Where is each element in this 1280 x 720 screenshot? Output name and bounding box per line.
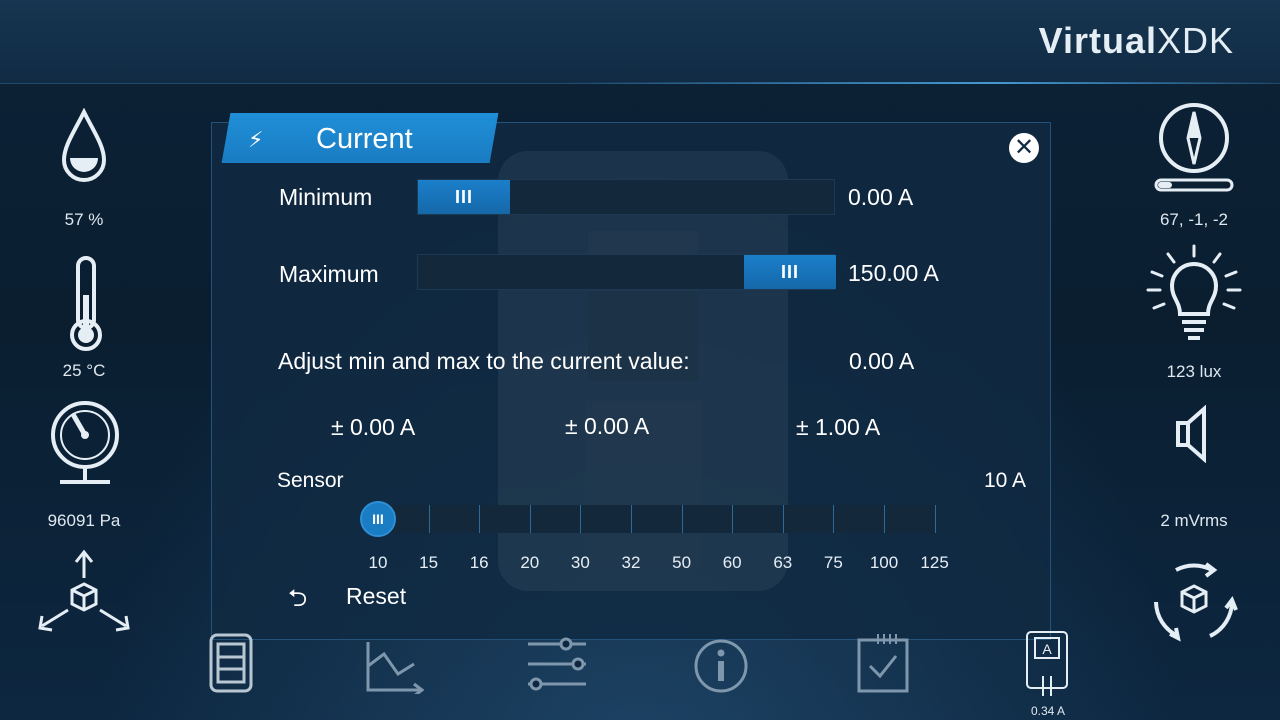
compass-icon	[1154, 103, 1234, 192]
dialog-title: Current	[316, 123, 413, 155]
compass-sensor[interactable]: 67, -1, -2	[1114, 102, 1274, 232]
offset-button-3[interactable]: ± 1.00 A	[796, 414, 880, 441]
sensor-tick-mark	[884, 505, 885, 533]
temperature-sensor[interactable]: 25 °C	[4, 255, 164, 385]
sensor-tick-mark	[479, 505, 481, 533]
offset-button-1[interactable]: ± 0.00 A	[331, 414, 415, 441]
maximum-value: 150.00 A	[848, 260, 939, 286]
info-icon[interactable]	[692, 638, 750, 694]
sensor-tick-mark	[782, 505, 784, 533]
light-value: 123 lux	[1166, 362, 1222, 381]
svg-text:A: A	[1042, 641, 1052, 657]
acoustic-value: 2 mVrms	[1160, 511, 1228, 530]
sensor-tick-mark	[580, 505, 582, 533]
gyroscope-sensor[interactable]	[1114, 556, 1274, 646]
sensor-tick-mark	[833, 505, 835, 533]
humidity-drop-icon	[61, 108, 107, 182]
sensor-range-slider[interactable]	[378, 505, 936, 533]
pressure-sensor[interactable]: 96091 Pa	[4, 400, 164, 535]
pressure-gauge-icon	[51, 401, 119, 484]
humidity-sensor[interactable]: 57 %	[4, 108, 164, 238]
checklist-icon[interactable]	[856, 630, 910, 694]
sensor-tick-label[interactable]: 125	[915, 553, 955, 573]
sensor-tick-label[interactable]: 15	[409, 553, 449, 573]
sensor-value: 10 A	[984, 469, 1027, 492]
gyroscope-rotation-icon	[1154, 562, 1238, 642]
sensor-tick-label[interactable]: 60	[712, 553, 752, 573]
app-logo: VirtualXDK	[1038, 20, 1234, 61]
sensor-tick-mark	[732, 505, 734, 533]
chart-axes-icon[interactable]	[362, 640, 424, 694]
close-icon: ✕	[1013, 134, 1035, 161]
humidity-value: 57 %	[64, 210, 104, 229]
sensor-tick-label[interactable]: 63	[763, 553, 803, 573]
sensor-tick-label[interactable]: 16	[459, 553, 499, 573]
maximum-label: Maximum	[279, 261, 379, 287]
maximum-slider-handle[interactable]: III	[744, 255, 836, 289]
sensor-tick-label[interactable]: 100	[864, 553, 904, 573]
maximum-slider[interactable]: III	[417, 254, 836, 290]
sensor-label: Sensor	[277, 469, 344, 492]
sensor-tick-label[interactable]: 20	[510, 553, 550, 573]
current-settings-dialog: ⚡ Current ✕ Minimum III 0.00 A Maximum I…	[211, 113, 1051, 640]
close-button[interactable]: ✕	[1009, 133, 1039, 163]
lightning-bolt-icon: ⚡	[248, 127, 264, 152]
sensor-tick-label[interactable]: 75	[813, 553, 853, 573]
undo-icon[interactable]: ⮌	[288, 581, 307, 622]
compass-value: 67, -1, -2	[1159, 210, 1229, 229]
top-bar: VirtualXDK	[0, 0, 1280, 84]
minimum-value: 0.00 A	[848, 184, 914, 210]
ammeter-reading: 0.34 A	[1030, 704, 1066, 718]
adjust-value: 0.00 A	[849, 348, 915, 374]
speaker-icon	[1176, 405, 1206, 463]
accelerometer-axes-icon	[38, 549, 130, 632]
sensor-tick-mark	[529, 505, 531, 533]
accelerometer-sensor[interactable]	[4, 548, 164, 638]
offset-button-2[interactable]: ± 0.00 A	[565, 413, 649, 440]
sensor-range-handle[interactable]: III	[360, 501, 396, 537]
sensor-tick-mark	[934, 505, 936, 533]
ammeter-icon[interactable]: A	[1024, 630, 1070, 702]
light-sensor[interactable]: 123 lux	[1114, 244, 1274, 384]
minimum-slider[interactable]: III	[417, 179, 835, 215]
adjust-label: Adjust min and max to the current value:	[278, 348, 690, 374]
sensor-tick-mark	[681, 505, 683, 533]
device-icon[interactable]	[208, 632, 254, 694]
sensor-tick-label[interactable]: 30	[560, 553, 600, 573]
sensor-tick-label[interactable]: 50	[662, 553, 702, 573]
light-bulb-icon	[1146, 244, 1242, 340]
thermometer-icon	[70, 256, 102, 351]
minimum-label: Minimum	[279, 184, 373, 210]
sensor-tick-label[interactable]: 32	[611, 553, 651, 573]
pressure-value: 96091 Pa	[47, 511, 121, 530]
sensor-tick-mark	[428, 505, 430, 533]
acoustic-sensor[interactable]: 2 mVrms	[1114, 405, 1274, 535]
sensor-tick-label[interactable]: 10	[358, 553, 398, 573]
minimum-slider-handle[interactable]: III	[418, 180, 510, 214]
sliders-icon[interactable]	[526, 636, 588, 692]
temperature-value: 25 °C	[62, 361, 106, 380]
sensor-tick-mark	[631, 505, 632, 533]
reset-button[interactable]: Reset	[346, 583, 406, 610]
